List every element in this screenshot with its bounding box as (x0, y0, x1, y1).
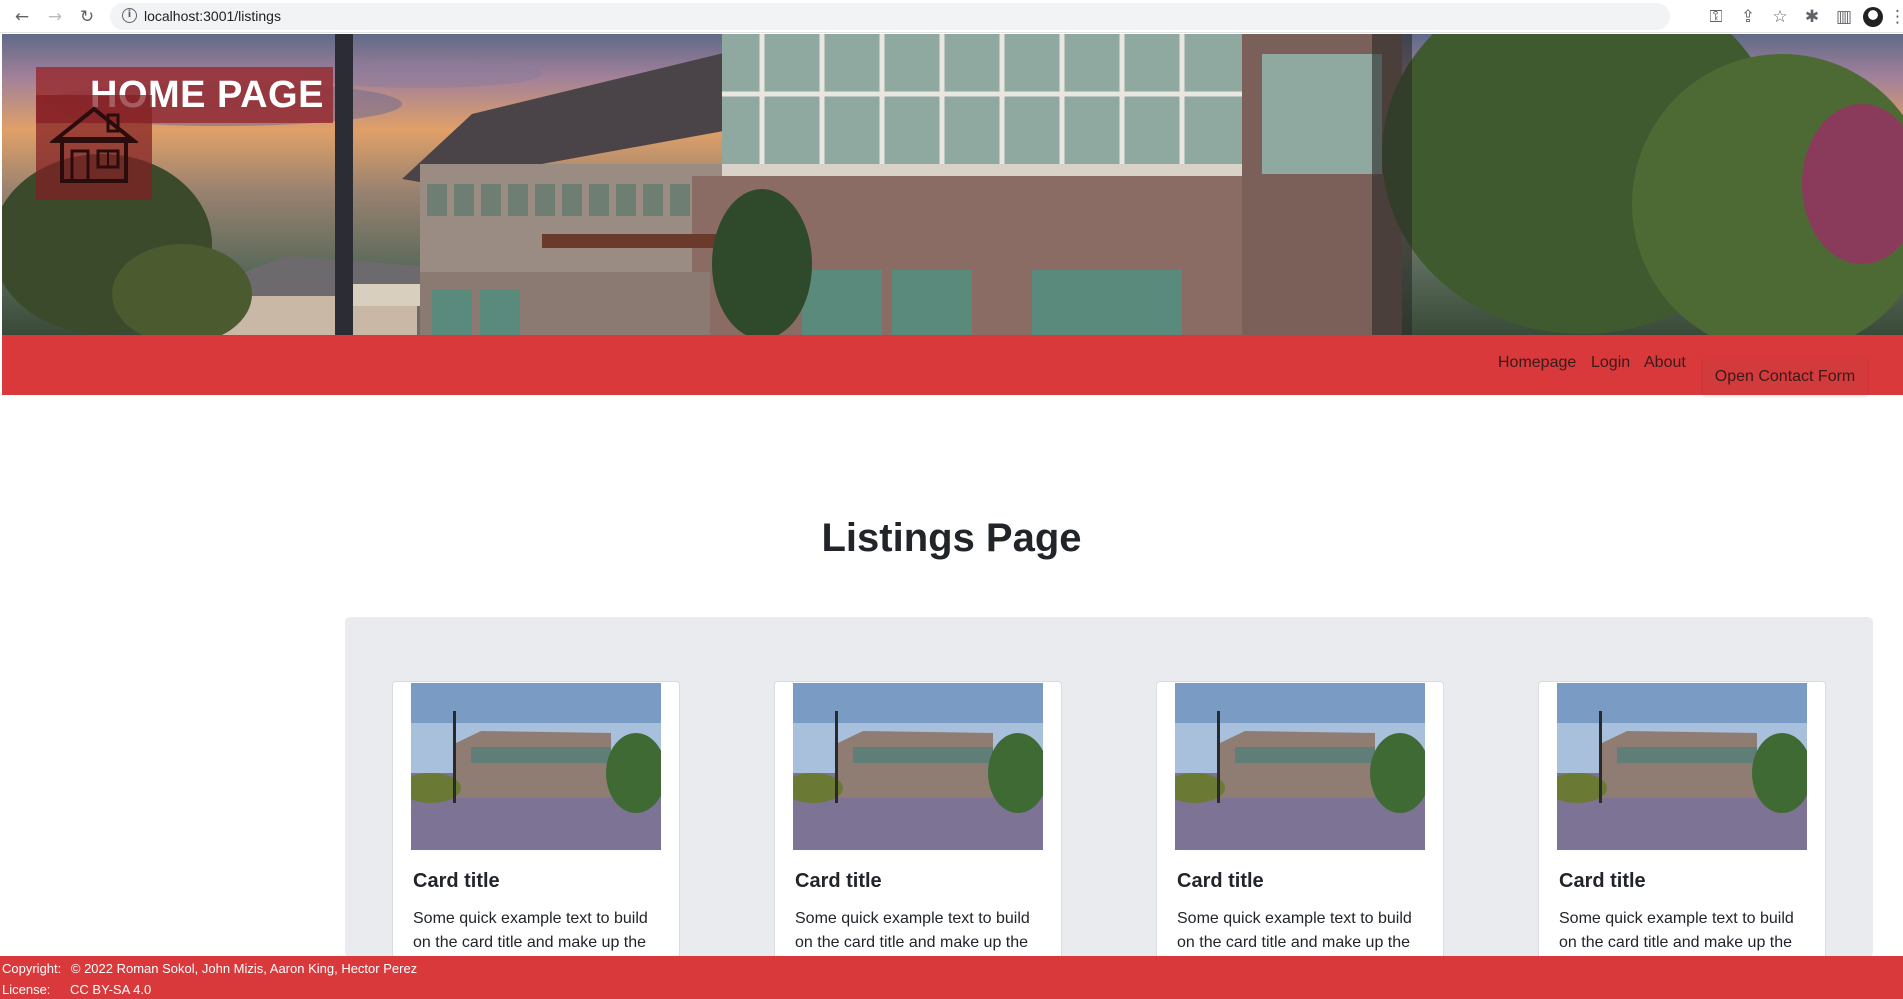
license-text[interactable]: CC BY-SA 4.0 (70, 982, 151, 997)
card-title: Card title (413, 870, 500, 892)
listing-card[interactable]: Card title Some quick example text to bu… (774, 681, 1062, 973)
url-text[interactable]: localhost:3001/listings (144, 8, 281, 24)
browser-menu-icon[interactable]: ⋮ (1889, 4, 1903, 30)
back-arrow-icon[interactable]: ← (9, 4, 35, 30)
page-title: Listings Page (821, 516, 1082, 560)
copyright-label: Copyright: (2, 961, 62, 976)
share-icon[interactable]: ⇪ (1735, 4, 1761, 30)
card-title: Card title (1177, 870, 1264, 892)
card-text: Some quick example text to build on the … (1177, 910, 1412, 951)
card-title: Card title (1559, 870, 1646, 892)
site-info-icon[interactable]: i (122, 8, 137, 23)
nav-link-about[interactable]: About (1644, 354, 1686, 372)
license-label: License: (2, 982, 51, 997)
card-title: Card title (795, 870, 882, 892)
listing-card[interactable]: Card title Some quick example text to bu… (1538, 681, 1826, 973)
browser-toolbar: ← → ↻ i localhost:3001/listings ⚿ ⚿ ⇪ ☆ … (0, 0, 1903, 33)
listing-card[interactable]: Card title Some quick example text to bu… (392, 681, 680, 973)
address-bar[interactable]: i localhost:3001/listings (110, 3, 1670, 30)
card-text: Some quick example text to build on the … (413, 910, 648, 951)
extensions-icon[interactable]: ✱ (1799, 4, 1825, 30)
listing-card-image (411, 683, 661, 850)
side-panel-icon[interactable]: ▥ (1831, 4, 1857, 30)
listing-card[interactable]: Card title Some quick example text to bu… (1156, 681, 1444, 973)
footer: Copyright: © 2022 Roman Sokol, John Mizi… (0, 956, 1903, 999)
password-key-icon[interactable]: ⚿ (1703, 4, 1729, 30)
house-logo-icon (36, 95, 152, 200)
open-contact-form-button[interactable]: Open Contact Form (1703, 359, 1867, 395)
card-text: Some quick example text to build on the … (795, 910, 1030, 951)
main-navbar: Homepage Login About Open Contact Form (2, 335, 1903, 395)
copyright-text: © 2022 Roman Sokol, John Mizis, Aaron Ki… (70, 961, 418, 976)
profile-avatar-icon[interactable] (1863, 7, 1883, 27)
nav-link-login[interactable]: Login (1591, 354, 1630, 372)
bookmark-star-icon[interactable]: ☆ (1767, 4, 1793, 30)
footer-copyright: Copyright: © 2022 Roman Sokol, John Mizi… (2, 961, 417, 976)
nav-link-homepage[interactable]: Homepage (1498, 354, 1576, 372)
card-text: Some quick example text to build on the … (1559, 910, 1794, 951)
footer-license: License: CC BY-SA 4.0 (2, 982, 151, 997)
reload-icon[interactable]: ↻ (74, 4, 100, 30)
listing-card-image (793, 683, 1043, 850)
forward-arrow-icon[interactable]: → (42, 4, 68, 30)
listing-card-image (1175, 683, 1425, 850)
hero-banner-image: HOME PAGE (2, 34, 1903, 335)
listing-card-image (1557, 683, 1807, 850)
